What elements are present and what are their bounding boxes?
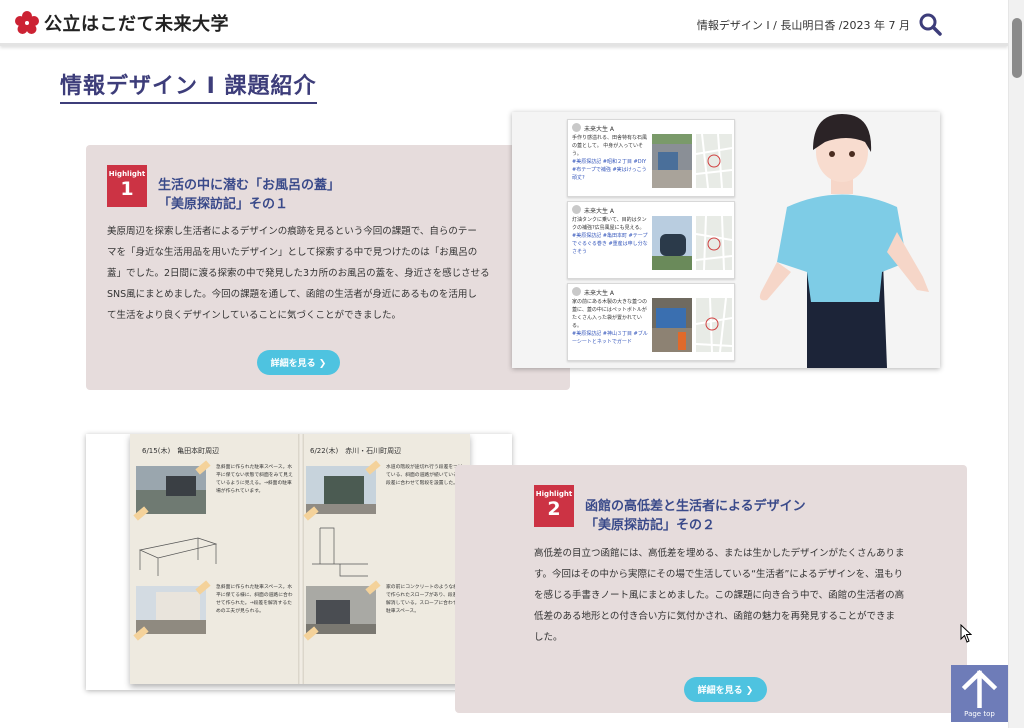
highlight-badge-1: Highlight 1 xyxy=(107,165,147,207)
post-body: 手作り感溢れる、田舎特有な石風の蓋として。 中身が入っていそう。 xyxy=(572,135,648,157)
notebook-spread: 6/15(木) 亀田本町周辺 6/22(木) 赤川・石川町周辺 急斜面に作られた… xyxy=(130,434,470,684)
post-photo xyxy=(652,298,692,352)
card-1-title: 生活の中に潜む「お風呂の蓋」 「美原探訪記」その１ xyxy=(158,176,340,214)
card-2-body: 高低差の目立つ函館には、高低差を埋める、または生かしたデザインがたくさんありま … xyxy=(534,543,954,648)
post-tags: #美原探訪記 #昭和２丁目 #DIY #布テープで補強 #実はけっこう頑丈? xyxy=(572,159,647,181)
badge-number: 2 xyxy=(547,498,561,520)
body-line: マを「身近な生活用品を用いたデザイン」として探索する中で見つけたのは「お風呂の xyxy=(107,247,478,258)
map-thumbnail xyxy=(696,134,732,188)
character-illustration xyxy=(759,114,929,368)
card-title-line: 「美原探訪記」その１ xyxy=(158,197,289,212)
card-2-title: 函館の高低差と生活者によるデザイン 「美原探訪記」その２ xyxy=(585,497,806,535)
badge-label: Highlight xyxy=(108,170,146,178)
page-top-button[interactable]: Page top xyxy=(951,665,1008,722)
site-logo[interactable]: 公立はこだて未来大学 xyxy=(14,10,229,36)
body-line: 蓋」でした。2日間に渡る探索の中で発見した3カ所のお風呂の蓋を、身近さを感じさせ… xyxy=(107,268,490,279)
post-user: 未来大生 A xyxy=(584,290,615,297)
notebook-note: 急斜面に作られた駐車スペース。水平に保てない状態で斜面をみて見えているように見え… xyxy=(216,465,293,494)
notebook-sketch xyxy=(312,527,368,577)
notebook-heading-left: 6/15(木) 亀田本町周辺 xyxy=(142,447,220,455)
scrollbar-thumb[interactable] xyxy=(1012,18,1022,78)
notebook-photo xyxy=(136,586,206,634)
notebook-photo xyxy=(306,466,376,514)
post-tags: #美原探訪記 #神山３丁目 #ブルーシートとネットでガード xyxy=(572,331,648,345)
sns-post: 未来大生 A 手作り感溢れる、田舎特有な石風の蓋として。 中身が入っていそう。 … xyxy=(567,119,735,197)
site-header: 公立はこだて未来大学 情報デザイン I / 長山明日香 /2023 年 7 月 xyxy=(0,0,1008,46)
search-icon[interactable] xyxy=(918,12,942,36)
post-body: 家の前にある木製の大きな蓋つの蓋に、蓋の中にはペットボトルがたくさん入った袋が置… xyxy=(572,299,648,329)
body-line: 高低差の目立つ函館には、高低差を埋める、または生かしたデザインがたくさんありま xyxy=(534,548,905,559)
notebook-photo xyxy=(136,466,206,514)
notebook-note: 急斜面に作られた駐車スペース。水平に保てる様に、斜面の道路に合わせて作られた。→… xyxy=(216,585,293,614)
badge-number: 1 xyxy=(120,178,134,200)
avatar xyxy=(572,287,581,296)
body-line: て生活をより良くデザインしていることに気づくことができました。 xyxy=(107,310,402,321)
post-user: 未来大生 A xyxy=(584,126,615,133)
post-text: 手作り感溢れる、田舎特有な石風の蓋として。 中身が入っていそう。 #美原探訪記 … xyxy=(572,134,648,182)
avatar xyxy=(572,205,581,214)
post-tags: #美原探訪記 #亀田本町 #テープでぐるぐる巻き #重産は申し分なさそう xyxy=(572,233,648,255)
body-line: 美原周辺を探索し生活者によるデザインの痕跡を見るという今回の課題で、自らのテー xyxy=(107,226,477,237)
map-thumbnail xyxy=(696,216,732,270)
notebook-sketch xyxy=(138,537,218,576)
notebook-photo xyxy=(306,586,376,634)
body-line: した。 xyxy=(534,632,563,643)
sns-post: 未来大生 A 灯油タンクに乗いて、目的はタンクの補強?広島風屋にも見える。 #美… xyxy=(567,201,735,279)
body-line: を感じる手書きノート風にまとめました。この課題に向き合う中で、函館の生活者の高 xyxy=(534,590,905,601)
page-title: 情報デザイン I 課題紹介 xyxy=(60,68,317,104)
avatar xyxy=(572,123,581,132)
card-title-line: 生活の中に潜む「お風呂の蓋」 xyxy=(158,178,341,193)
card-title-line: 函館の高低差と生活者によるデザイン xyxy=(585,499,806,514)
body-line: す。今回はその中から実際にその場で生活している“生活者”によるデザインを、温もり xyxy=(534,569,904,580)
post-photo xyxy=(652,216,692,270)
mouse-cursor-icon xyxy=(960,624,972,643)
page-scrollbar[interactable] xyxy=(1008,0,1024,728)
post-photo xyxy=(652,134,692,188)
site-logo-text: 公立はこだて未来大学 xyxy=(44,14,229,35)
post-text: 家の前にある木製の大きな蓋つの蓋に、蓋の中にはペットボトルがたくさん入った袋が置… xyxy=(572,298,648,346)
badge-label: Highlight xyxy=(535,490,573,498)
page-top-label: Page top xyxy=(964,710,995,718)
project-1-image: 未来大生 A 手作り感溢れる、田舎特有な石風の蓋として。 中身が入っていそう。 … xyxy=(512,112,940,368)
details-button-1[interactable]: 詳細を見る ❯ xyxy=(257,350,340,375)
header-meta: 情報デザイン I / 長山明日香 /2023 年 7 月 xyxy=(696,19,910,32)
body-line: SNS風にまとめました。今回の課題を通して、函館の生活者が身近にあるものを活用し xyxy=(107,289,477,300)
notebook-note: 家の前にコンクリートのような斜面で作られたスロープがあり、段差を解消している。ス… xyxy=(386,585,463,614)
arrow-up-icon xyxy=(961,670,998,708)
highlight-badge-2: Highlight 2 xyxy=(534,485,574,527)
post-user: 未来大生 A xyxy=(584,208,615,215)
notebook-note: 水道の階段が途切れ行う段差をつけている、斜面の道路が続いている。段差に合わせて階… xyxy=(386,465,463,486)
card-1-body: 美原周辺を探索し生活者によるデザインの痕跡を見るという今回の課題で、自らのテー … xyxy=(107,221,507,326)
sns-post: 未来大生 A 家の前にある木製の大きな蓋つの蓋に、蓋の中にはペットボトルがたくさ… xyxy=(567,283,735,361)
notebook-heading-right: 6/22(木) 赤川・石川町周辺 xyxy=(310,447,402,455)
map-thumbnail xyxy=(696,298,732,352)
notebook-spine xyxy=(298,434,304,684)
post-body: 灯油タンクに乗いて、目的はタンクの補強?広島風屋にも見える。 xyxy=(572,217,647,231)
project-2-image: 6/15(木) 亀田本町周辺 6/22(木) 赤川・石川町周辺 急斜面に作られた… xyxy=(86,434,512,690)
flower-logo-icon xyxy=(15,11,39,34)
details-button-2[interactable]: 詳細を見る ❯ xyxy=(684,677,767,702)
post-text: 灯油タンクに乗いて、目的はタンクの補強?広島風屋にも見える。 #美原探訪記 #亀… xyxy=(572,216,648,256)
body-line: 低差のある地形との付き合い方に気付かされ、函館の魅力を再発見することができま xyxy=(534,611,896,622)
card-title-line: 「美原探訪記」その２ xyxy=(585,518,716,533)
